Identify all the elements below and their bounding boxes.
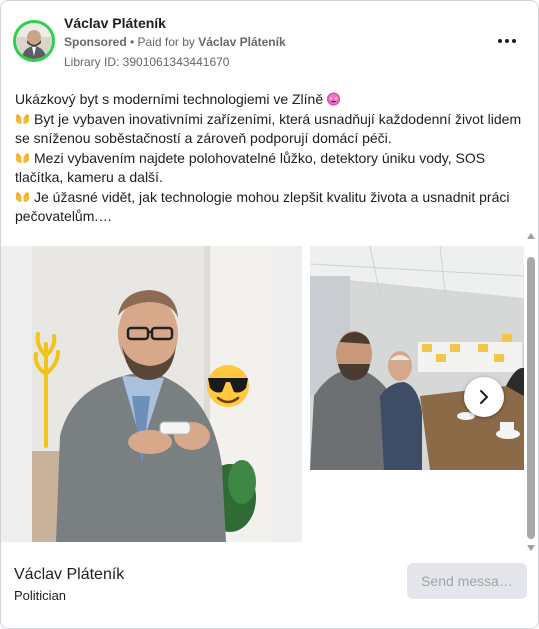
ad-card: Václav Pláteník Sponsored • Paid for by … <box>0 0 539 629</box>
more-options-icon[interactable] <box>493 29 521 53</box>
avatar-photo <box>16 23 52 59</box>
post-text-line: Je úžasné vidět, jak technologie mohou z… <box>15 188 510 225</box>
paid-for-name[interactable]: Václav Pláteník <box>198 35 285 49</box>
post-text-line: Ukázkový byt s moderními technologiemi v… <box>15 90 523 110</box>
open-hands-emoji <box>15 152 30 163</box>
page-avatar[interactable] <box>13 20 55 62</box>
page-name[interactable]: Václav Pláteník <box>64 15 166 31</box>
chevron-right-icon <box>480 390 488 404</box>
post-text-line: Mezi vybavením najdete polohovatelné lůž… <box>15 149 486 186</box>
send-message-button[interactable]: Send messa… <box>407 563 527 599</box>
paid-for-prefix: Paid for by <box>137 35 199 49</box>
post-text-line: Byt je vybaven inovativními zařízeními, … <box>15 110 522 147</box>
footer-page-category: Politician <box>14 588 67 603</box>
post-text: Ukázkový byt s moderními technologiemi v… <box>15 90 523 227</box>
man-with-device-photo <box>32 246 272 542</box>
meeting-room-photo <box>310 246 524 470</box>
image-carousel[interactable] <box>1 246 524 542</box>
footer-page-name[interactable]: Václav Pláteník <box>14 566 124 584</box>
carousel-next-button[interactable] <box>464 377 504 417</box>
scroll-down-arrow-icon[interactable] <box>527 545 535 551</box>
scrollbar[interactable] <box>525 233 537 555</box>
sponsored-label: Sponsored <box>64 35 127 49</box>
library-id: Library ID: 3901061343441670 <box>64 55 230 69</box>
scroll-up-arrow-icon[interactable] <box>527 233 535 239</box>
open-hands-emoji <box>15 113 30 124</box>
separator: • <box>126 35 138 49</box>
carousel-photo-1[interactable] <box>32 246 272 542</box>
star-struck-emoji <box>327 92 341 106</box>
carousel-photo-2[interactable] <box>310 246 524 470</box>
sponsored-line: Sponsored • Paid for by Václav Pláteník <box>64 35 286 49</box>
open-hands-emoji <box>15 191 30 202</box>
scroll-thumb[interactable] <box>527 257 535 539</box>
